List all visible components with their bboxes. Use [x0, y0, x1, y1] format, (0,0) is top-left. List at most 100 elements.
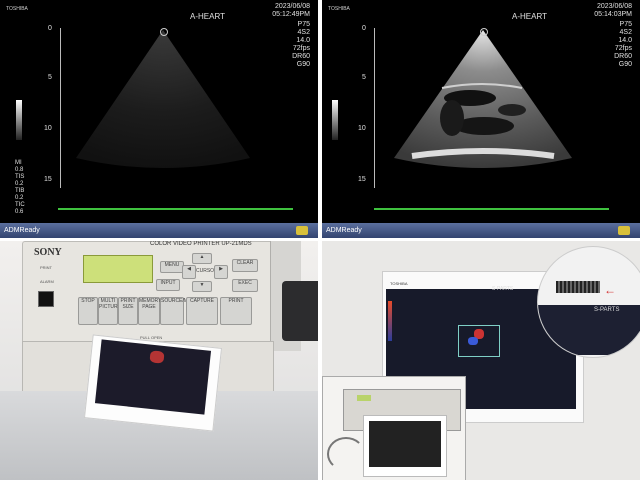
depth-mark: 15: [358, 176, 366, 183]
ecg-trace: [374, 208, 609, 210]
cursor-left-button[interactable]: ◀: [182, 265, 196, 279]
param: 4S2: [619, 29, 632, 36]
multi-picture-button[interactable]: MULTI PICTURE: [98, 297, 121, 325]
power-switch[interactable]: [38, 291, 54, 307]
menu-button[interactable]: MENU: [160, 261, 184, 273]
mode-label: A-HEART: [512, 12, 547, 21]
capture-button[interactable]: CAPTURE: [186, 297, 218, 325]
inset-lcd: [357, 395, 371, 401]
printout-doppler-blue: [468, 337, 478, 345]
param: 14.0: [618, 37, 632, 44]
alarm-label: ALARM: [40, 279, 54, 284]
datetime: 2023/06/08 05:12:49PM: [272, 3, 310, 19]
status-bar: ADMReady: [0, 223, 318, 238]
status-icon: [296, 226, 308, 235]
mode-label: A-HEART: [190, 12, 225, 21]
param: 72fps: [614, 45, 632, 52]
input-button[interactable]: INPUT: [156, 279, 180, 291]
index: TIS: [15, 174, 25, 180]
probe-marker: [480, 28, 488, 36]
index: TIC: [15, 202, 25, 208]
menu-label: MENU: [164, 262, 180, 268]
param: P75: [619, 21, 632, 28]
scan-parameters: P75 4S2 14.0 72fps DR60 G90: [614, 21, 632, 69]
index: 0.2: [15, 195, 24, 201]
param: 4S2: [297, 29, 310, 36]
scan-parameters: P75 4S2 14.0 72fps DR60 G90: [292, 21, 310, 69]
status-icon: [618, 226, 630, 235]
grayscale-bar: [16, 100, 22, 140]
param: 72fps: [292, 45, 310, 52]
status-text: ADMReady: [4, 227, 40, 234]
source-memory-button[interactable]: SOURCE/MEMORY: [160, 297, 206, 325]
ultrasound-screen-right: TOSHIBA A-HEART 2023/06/08 05:14:03PM P7…: [322, 0, 640, 238]
cursor-up-button[interactable]: ▲: [192, 253, 212, 264]
status-text: ADMReady: [326, 227, 362, 234]
param: DR60: [614, 53, 632, 60]
print-button[interactable]: PRINT: [220, 297, 252, 325]
status-bar: ADMReady: [322, 223, 640, 238]
printout-header: S-PARTS: [492, 286, 514, 292]
inset-cable: [327, 437, 365, 471]
brand-label: TOSHIBA: [328, 6, 350, 12]
printout-colorbar: [388, 301, 392, 341]
depth-mark: 0: [362, 25, 366, 32]
date-text: 2023/06/08: [274, 3, 310, 10]
print-size-label: PRINT SIZE: [120, 298, 136, 310]
input-label: INPUT: [160, 280, 176, 286]
memory-page-button[interactable]: MEMORY PAGE: [138, 297, 162, 325]
brand-label: SONY: [34, 247, 62, 258]
ecg-trace: [58, 208, 293, 210]
param: 14.0: [296, 37, 310, 44]
depth-mark: 10: [358, 125, 366, 132]
cursor-down-button[interactable]: ▼: [192, 281, 212, 292]
param: G90: [618, 61, 632, 68]
exec-label: EXEC: [238, 280, 252, 286]
brand-label: TOSHIBA: [6, 6, 28, 12]
ultrasound-screen-left: TOSHIBA A-HEART 2023/06/08 05:12:49PM P7…: [0, 0, 318, 238]
depth-mark: 0: [48, 25, 52, 32]
exec-button[interactable]: EXEC: [232, 279, 258, 292]
inset-print-image: [369, 421, 441, 467]
photo-printout-wall: TOSHIBA S-PARTS ← S-PARTS: [322, 241, 640, 480]
clear-label: CLEAR: [236, 260, 254, 266]
printed-color-doppler: [149, 350, 165, 364]
depth-mark: 5: [362, 74, 366, 81]
index: 0.6: [15, 209, 24, 215]
datetime: 2023/06/08 05:14:03PM: [594, 3, 632, 19]
depth-ruler: [374, 28, 375, 188]
index: 0.2: [15, 181, 24, 187]
time-text: 05:14:03PM: [594, 11, 632, 18]
lcd-display: [83, 255, 153, 283]
date-text: 2023/06/08: [596, 3, 632, 10]
probe-marker: [160, 28, 168, 36]
model-label: COLOR VIDEO PRINTER UP-21MDS: [150, 241, 252, 247]
param: G90: [296, 61, 310, 68]
grayscale-bar: [332, 100, 338, 140]
print-label: PRINT: [40, 265, 52, 270]
param: DR60: [292, 53, 310, 60]
capture-label: CAPTURE: [190, 298, 214, 304]
depth-mark: 10: [44, 125, 52, 132]
index: MI: [15, 160, 22, 166]
magnified-image-strip: [538, 305, 640, 355]
memory-page-label: MEMORY PAGE: [139, 298, 162, 310]
print-label-button: PRINT: [228, 298, 244, 304]
stop-button[interactable]: STOP: [78, 297, 98, 325]
magnifier-circle: ← S-PARTS: [537, 246, 640, 358]
cursor-right-button[interactable]: ▶: [214, 265, 228, 279]
printer-dark-bar: [282, 281, 318, 341]
acoustic-indices: MI 0.8 TIS 0.2 TIB 0.2 TIC 0.6: [15, 160, 25, 216]
print-size-button[interactable]: PRINT SIZE: [118, 297, 138, 325]
ultrasound-sector-dim: [76, 30, 250, 168]
printout-brand: TOSHIBA: [390, 281, 408, 286]
magnified-ink-strip: [556, 281, 600, 293]
ultrasound-sector-bright: [394, 30, 572, 168]
index: TIB: [15, 188, 25, 194]
stop-label: STOP: [81, 298, 95, 304]
magnified-arrow: ←: [604, 283, 616, 297]
clear-button[interactable]: CLEAR: [232, 259, 258, 272]
index: 0.8: [15, 167, 24, 173]
depth-mark: 5: [48, 74, 52, 81]
photo-video-printer: SONY COLOR VIDEO PRINTER UP-21MDS PRINT …: [0, 241, 318, 480]
